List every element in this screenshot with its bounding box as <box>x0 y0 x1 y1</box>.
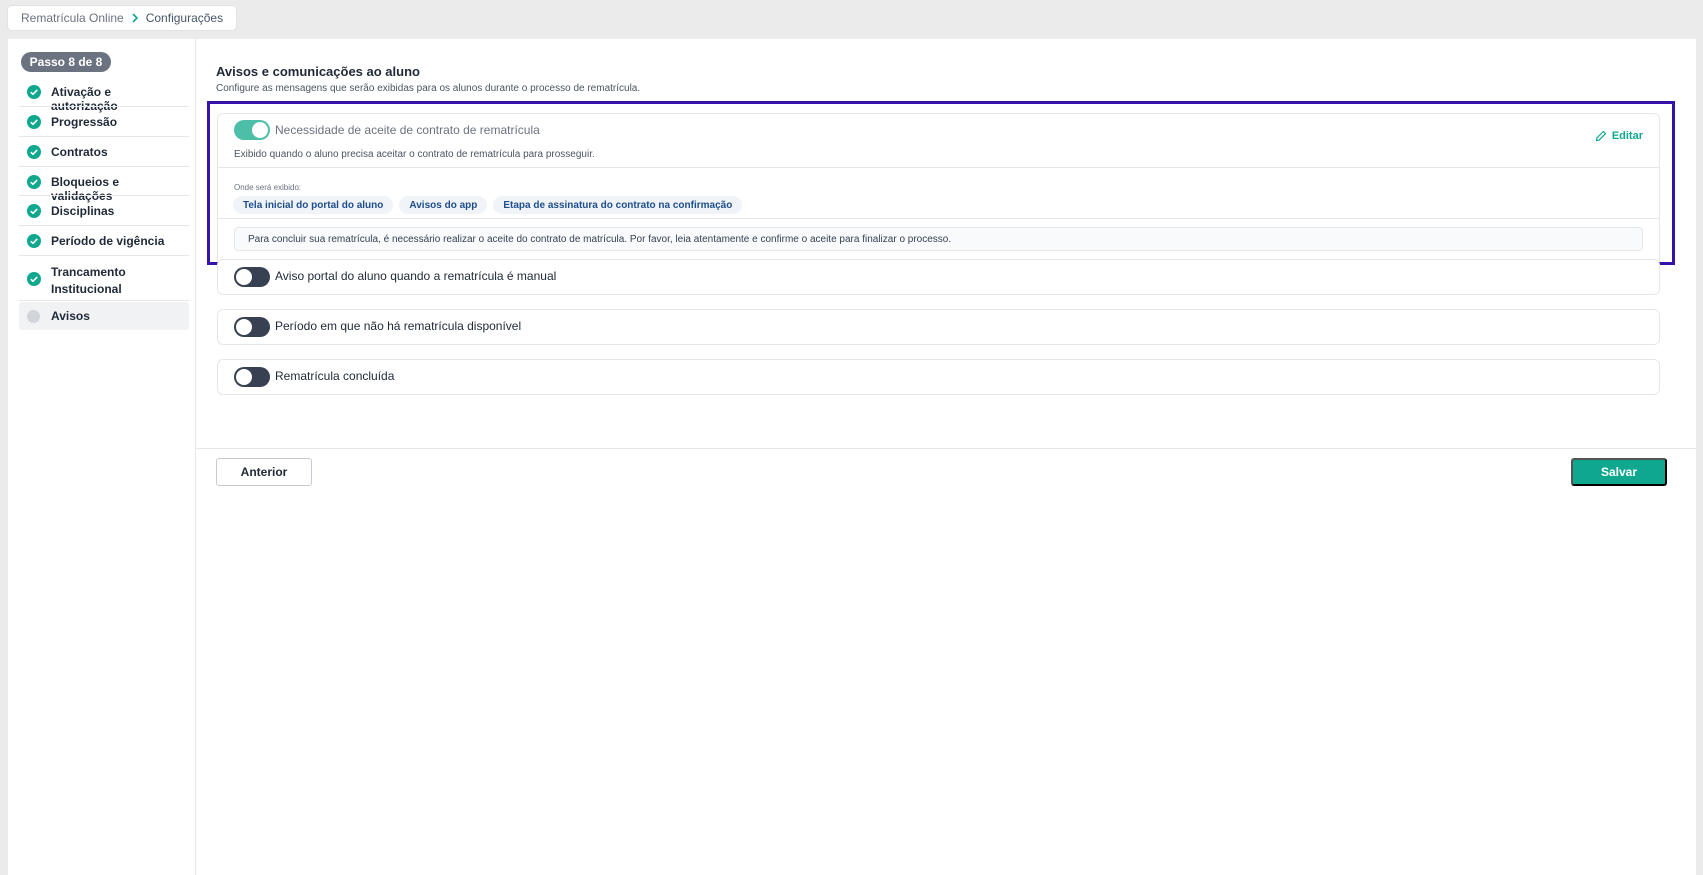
location-chip: Avisos do app <box>399 196 488 214</box>
divider <box>19 166 189 167</box>
sidebar-item-label: Contratos <box>51 145 108 159</box>
sidebar-item-bloqueios[interactable]: Bloqueios e validações <box>19 175 189 203</box>
location-chip: Etapa de assinatura do contrato na confi… <box>493 196 743 214</box>
divider <box>19 255 189 256</box>
step-badge: Passo 8 de 8 <box>21 52 111 72</box>
notice-title: Aviso portal do aluno quando a rematrícu… <box>275 269 557 283</box>
where-label: Onde será exibido: <box>234 183 302 192</box>
check-circle-icon <box>27 234 41 248</box>
sidebar-item-disciplinas[interactable]: Disciplinas <box>19 204 189 218</box>
divider <box>19 195 189 196</box>
sidebar-item-trancamento[interactable]: Trancamento Institucional <box>19 264 189 298</box>
notice-card-sem-rematricula: Período em que não há rematrícula dispon… <box>217 309 1660 345</box>
chevron-right-icon <box>131 13 139 23</box>
notice-description: Exibido quando o aluno precisa aceitar o… <box>234 149 595 160</box>
edit-label: Editar <box>1611 130 1643 142</box>
save-button[interactable]: Salvar <box>1571 458 1667 486</box>
sidebar-item-label: Trancamento Institucional <box>51 265 126 296</box>
notice-toggle[interactable] <box>234 367 270 387</box>
sidebar-item-label: Avisos <box>51 309 90 323</box>
sidebar-item-ativacao[interactable]: Ativação e autorização <box>19 85 189 113</box>
pending-dot-icon <box>27 309 40 323</box>
page-subtitle: Configure as mensagens que serão exibida… <box>216 83 641 94</box>
steps-sidebar: Passo 8 de 8 Ativação e autorização Prog… <box>8 39 196 875</box>
divider <box>218 167 1659 168</box>
notice-card-aceite-contrato: Necessidade de aceite de contrato de rem… <box>217 113 1660 265</box>
page-title: Avisos e comunicações ao aluno <box>216 64 420 79</box>
divider <box>19 136 189 137</box>
notice-toggle[interactable] <box>234 120 270 140</box>
notice-card-rematricula-concluida: Rematrícula concluída <box>217 359 1660 395</box>
sidebar-item-label: Período de vigência <box>51 234 165 248</box>
notice-title: Período em que não há rematrícula dispon… <box>275 319 522 333</box>
divider <box>19 106 189 107</box>
notice-message-preview: Para concluir sua rematrícula, é necessá… <box>234 227 1643 251</box>
sidebar-item-periodo-vigencia[interactable]: Período de vigência <box>19 234 189 248</box>
sidebar-item-label: Ativação e autorização <box>51 85 118 113</box>
toggle-knob <box>236 369 252 385</box>
previous-button[interactable]: Anterior <box>216 458 312 486</box>
notice-card-rematricula-manual: Aviso portal do aluno quando a rematrícu… <box>217 259 1660 295</box>
pencil-icon <box>1595 130 1606 142</box>
toggle-knob <box>236 269 252 285</box>
notice-toggle[interactable] <box>234 267 270 287</box>
breadcrumb-item-configuracoes: Configurações <box>145 11 224 25</box>
check-circle-icon <box>27 204 41 218</box>
divider <box>218 218 1659 219</box>
sidebar-item-avisos[interactable]: Avisos <box>19 302 189 330</box>
sidebar-item-label: Progressão <box>51 115 118 129</box>
location-chip: Tela inicial do portal do aluno <box>233 196 394 214</box>
check-circle-icon <box>27 175 41 189</box>
toggle-knob <box>252 122 268 138</box>
location-chips: Tela inicial do portal do aluno Avisos d… <box>233 196 743 214</box>
main-panel: Passo 8 de 8 Ativação e autorização Prog… <box>8 39 1696 875</box>
content-area: Avisos e comunicações ao aluno Configure… <box>196 39 1696 875</box>
sidebar-item-label: Disciplinas <box>51 204 115 218</box>
toggle-knob <box>236 319 252 335</box>
notice-title: Rematrícula concluída <box>275 369 395 383</box>
breadcrumb-item-rematricula[interactable]: Rematrícula Online <box>21 11 124 25</box>
check-circle-icon <box>27 115 41 129</box>
divider <box>19 300 189 301</box>
sidebar-item-progressao[interactable]: Progressão <box>19 115 189 129</box>
notice-toggle[interactable] <box>234 317 270 337</box>
divider <box>196 448 1696 449</box>
sidebar-item-contratos[interactable]: Contratos <box>19 145 189 159</box>
edit-button[interactable]: Editar <box>1595 130 1643 142</box>
sidebar-item-label: Bloqueios e validações <box>51 175 120 203</box>
check-circle-icon <box>27 272 41 286</box>
breadcrumb: Rematrícula Online Configurações <box>8 6 237 30</box>
notice-title: Necessidade de aceite de contrato de rem… <box>275 123 540 137</box>
check-circle-icon <box>27 145 41 159</box>
divider <box>19 225 189 226</box>
check-circle-icon <box>27 85 41 99</box>
